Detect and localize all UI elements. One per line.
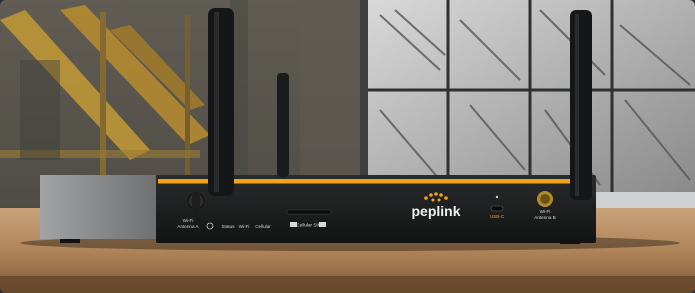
brand-logo: peplink <box>411 203 460 219</box>
router-scene: peplink Wi-Fi Antenna A Status Wi-Fi Cel… <box>0 0 695 293</box>
label-wifi-antenna-a-1: Wi-Fi <box>183 218 194 223</box>
label-cellular: Cellular <box>255 224 271 229</box>
router-side-panel <box>40 175 156 239</box>
label-cellular-sim: Cellular SIM <box>296 223 321 228</box>
sim-slot <box>286 209 332 215</box>
label-wifi: Wi-Fi <box>239 224 250 229</box>
antenna-rear <box>277 73 289 177</box>
label-wifi-antenna-b-2: Antenna B <box>534 215 555 220</box>
label-status: Status <box>221 224 235 229</box>
antenna-b <box>570 10 592 200</box>
label-wifi-antenna-a-2: Antenna A <box>177 224 199 229</box>
product-photo: peplink Wi-Fi Antenna A Status Wi-Fi Cel… <box>0 0 695 293</box>
usb-c-port <box>490 205 504 212</box>
label-usb-c: USB-C <box>490 214 505 219</box>
antenna-a <box>208 8 234 196</box>
label-wifi-antenna-b-1: Wi-Fi <box>540 209 551 214</box>
